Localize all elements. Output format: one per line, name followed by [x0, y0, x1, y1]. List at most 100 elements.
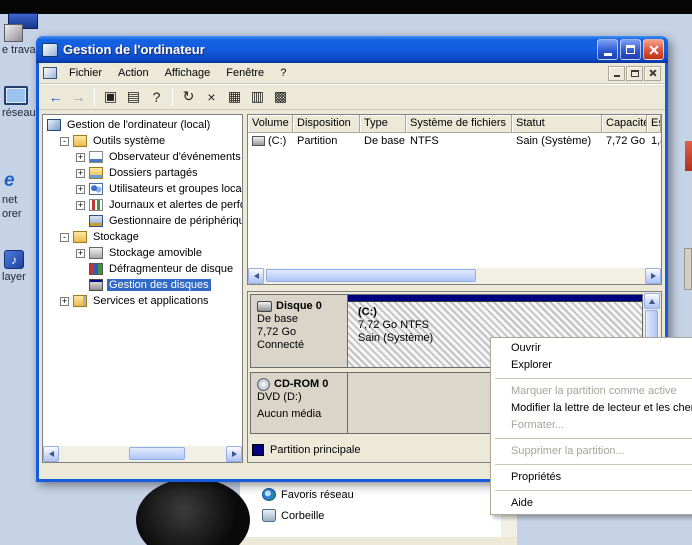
partition-size-fs: 7,72 Go NTFS	[358, 319, 632, 332]
column-header-systeme-fichiers[interactable]: Système de fichiers	[406, 115, 512, 133]
desktop-icon-favoris-reseau[interactable]: réseau	[0, 86, 38, 119]
up-arrow-icon	[649, 296, 655, 304]
scrollbar-track[interactable]	[264, 268, 645, 284]
tree-item-stockage-amovible[interactable]: + Stockage amovible	[43, 245, 242, 261]
expand-toggle[interactable]: -	[60, 137, 69, 146]
legend-label: Partition principale	[270, 444, 361, 456]
delete-button[interactable]: ×	[200, 86, 223, 107]
tree-item-observateur-evenements[interactable]: + Observateur d'événements	[43, 149, 242, 165]
context-menu: Ouvrir Explorer Marquer la partition com…	[490, 337, 692, 515]
black-round-object	[136, 478, 250, 545]
column-header-capacite[interactable]: Capacité	[602, 115, 647, 133]
show-tree-button[interactable]: ▣	[99, 86, 122, 107]
desktop-icon-media-player[interactable]: ♪ layer	[0, 250, 38, 283]
refresh-button[interactable]: ↻	[177, 86, 200, 107]
scrollbar-track[interactable]	[59, 446, 226, 462]
mdi-buttons	[607, 66, 663, 81]
close-icon	[649, 70, 656, 77]
shared-folder-icon	[89, 167, 103, 179]
minimize-button[interactable]	[597, 39, 618, 60]
expand-toggle[interactable]: +	[76, 249, 85, 258]
column-header-type[interactable]: Type	[360, 115, 406, 133]
tree-item-services-applications[interactable]: + Services et applications	[43, 293, 242, 309]
menu-item-proprietes[interactable]: Propriétés	[493, 469, 692, 486]
menu-item-ouvrir[interactable]: Ouvrir	[493, 340, 692, 357]
disk-0-size: 7,72 Go	[257, 326, 341, 339]
scroll-up-button[interactable]	[644, 293, 660, 309]
scrollbar-thumb[interactable]	[266, 269, 476, 282]
volume-list-horizontal-scrollbar[interactable]	[248, 268, 661, 284]
desktop: e trava réseau e net orer ♪ layer Favori…	[0, 0, 692, 545]
back-button[interactable]: ←	[44, 86, 67, 107]
menubar: Fichier Action Affichage Fenêtre ?	[39, 63, 665, 84]
help-button[interactable]: ?	[145, 86, 168, 107]
tree-item-dossiers-partages[interactable]: + Dossiers partagés	[43, 165, 242, 181]
tree-item-outils-systeme[interactable]: - Outils système	[43, 133, 242, 149]
mdi-minimize-button[interactable]	[608, 66, 625, 81]
tree-item-journaux-alertes[interactable]: + Journaux et alertes de perfo	[43, 197, 242, 213]
tree-horizontal-scrollbar[interactable]	[43, 446, 242, 462]
scroll-right-button[interactable]	[645, 268, 661, 284]
left-arrow-icon	[46, 451, 54, 457]
expand-toggle[interactable]: +	[76, 153, 85, 162]
menu-fichier[interactable]: Fichier	[61, 64, 110, 82]
menu-aide[interactable]: ?	[272, 64, 294, 82]
desktop-icon-internet-explorer[interactable]: e net orer	[0, 170, 38, 220]
expand-toggle[interactable]: +	[76, 201, 85, 210]
disk-icon	[252, 136, 265, 146]
tree-item-stockage[interactable]: - Stockage	[43, 229, 242, 245]
open-folder-button[interactable]: ▥	[246, 86, 269, 107]
tree-item-label: Gestion de l'ordinateur (local)	[65, 119, 212, 131]
tree-item-label: Observateur d'événements	[107, 151, 243, 163]
tree-item-label: Corbeille	[281, 510, 324, 522]
disk-0-header[interactable]: Disque 0 De base 7,72 Go Connecté	[251, 295, 348, 367]
tree-item-racine[interactable]: Gestion de l'ordinateur (local)	[43, 117, 242, 133]
menu-separator	[495, 378, 692, 379]
tree-item-favoris-reseau[interactable]: Favoris réseau	[262, 486, 517, 503]
menu-fenetre[interactable]: Fenêtre	[218, 64, 272, 82]
titlebar[interactable]: Gestion de l'ordinateur	[36, 36, 668, 63]
device-manager-icon	[89, 215, 103, 227]
properties-button[interactable]: ▦	[223, 86, 246, 107]
menu-item-explorer[interactable]: Explorer	[493, 357, 692, 374]
column-header-espace[interactable]: Esp	[647, 115, 661, 133]
cdrom-0-header[interactable]: CD-ROM 0 DVD (D:) Aucun média	[251, 373, 348, 433]
scroll-right-button[interactable]	[226, 446, 242, 462]
expand-toggle[interactable]: +	[60, 297, 69, 306]
column-header-disposition[interactable]: Disposition	[293, 115, 360, 133]
free-space-cell: 1,8	[647, 135, 662, 147]
menu-item-modifier-lettre-lecteur[interactable]: Modifier la lettre de lecteur et les che…	[493, 400, 692, 417]
export-list-button[interactable]: ▤	[122, 86, 145, 107]
partition-legend: Partition principale	[252, 442, 361, 458]
views-button[interactable]: ▩	[269, 86, 292, 107]
disk-0-status: Connecté	[257, 339, 341, 352]
scroll-left-button[interactable]	[43, 446, 59, 462]
forward-button[interactable]: →	[67, 86, 90, 107]
cdrom-0-title: CD-ROM 0	[257, 378, 341, 391]
tree-item-gestionnaire-peripheriques[interactable]: Gestionnaire de périphérique	[43, 213, 242, 229]
tree-item-gestion-des-disques[interactable]: Gestion des disques	[43, 277, 242, 293]
menu-affichage[interactable]: Affichage	[157, 64, 219, 82]
tree-item-utilisateurs-groupes[interactable]: + Utilisateurs et groupes locaux	[43, 181, 242, 197]
tree-item-corbeille[interactable]: Corbeille	[262, 507, 517, 524]
maximize-button[interactable]	[620, 39, 641, 60]
tree-item-label: Journaux et alertes de perfo	[107, 199, 243, 211]
expand-toggle[interactable]: +	[76, 169, 85, 178]
tree-item-defragmenteur[interactable]: Défragmenteur de disque	[43, 261, 242, 277]
close-button[interactable]	[643, 39, 664, 60]
menu-action[interactable]: Action	[110, 64, 157, 82]
menu-item-aide[interactable]: Aide	[493, 495, 692, 512]
scroll-left-button[interactable]	[248, 268, 264, 284]
type-cell: De base	[360, 135, 406, 147]
mdi-close-button[interactable]	[644, 66, 661, 81]
column-header-volume[interactable]: Volume	[248, 115, 293, 133]
expand-toggle[interactable]: -	[60, 233, 69, 242]
expand-toggle[interactable]: +	[76, 185, 85, 194]
column-header-statut[interactable]: Statut	[512, 115, 602, 133]
desktop-icon-poste-de-travail[interactable]: e trava	[0, 24, 38, 56]
menu-separator	[495, 438, 692, 439]
mdi-restore-button[interactable]	[626, 66, 643, 81]
scrollbar-thumb[interactable]	[129, 447, 185, 460]
maximize-icon	[626, 45, 635, 54]
table-row-volume-c[interactable]: (C:) Partition De base NTFS Sain (Systèm…	[248, 133, 661, 149]
